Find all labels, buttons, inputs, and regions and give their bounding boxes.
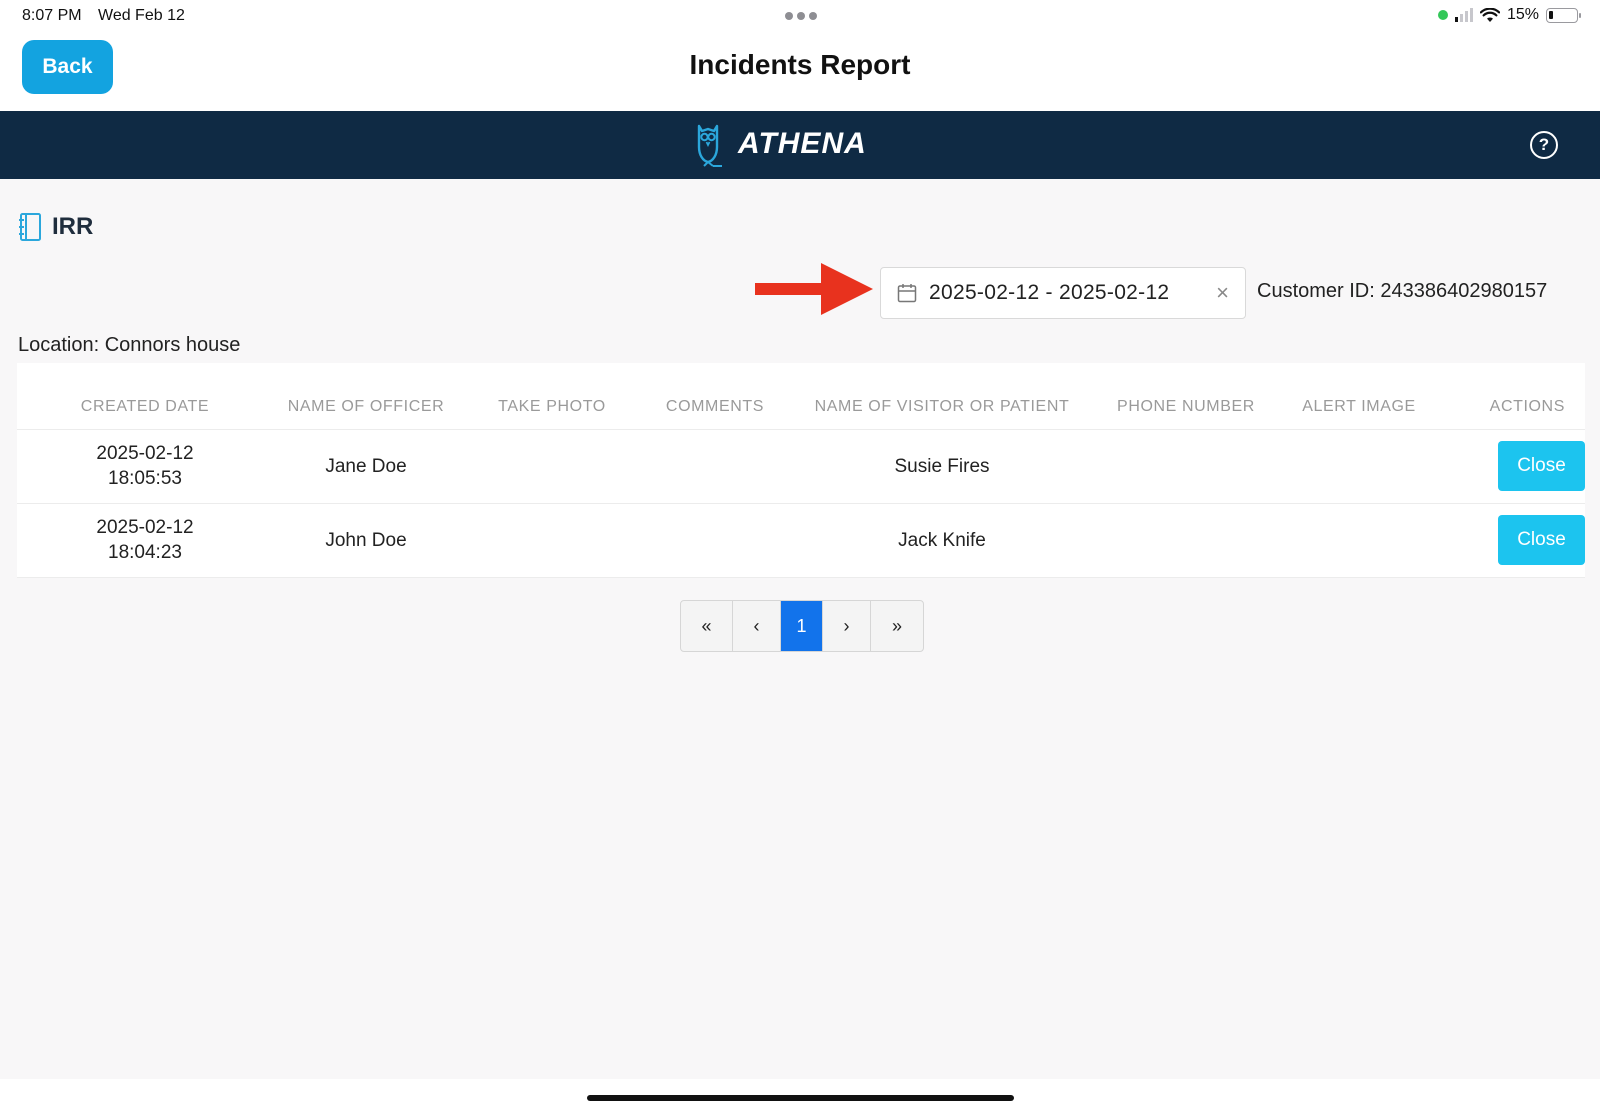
status-bar: 8:07 PM Wed Feb 12 15% xyxy=(0,0,1600,32)
section-title: IRR xyxy=(52,213,94,240)
column-header[interactable]: PHONE NUMBER xyxy=(1099,363,1273,430)
location-label: Location: Connors house xyxy=(18,334,241,356)
status-indicators: 15% xyxy=(1437,6,1581,24)
actions-cell: Close xyxy=(1445,503,1585,578)
close-button[interactable]: Close xyxy=(1498,515,1585,565)
visitor-cell: Susie Fires xyxy=(785,429,1099,504)
created-time: 18:05:53 xyxy=(108,468,182,489)
notebook-icon xyxy=(19,213,41,241)
table-row: 2025-02-12 18:04:23 John Doe Jack Knife … xyxy=(17,503,1585,578)
table-header-row: CREATED DATE NAME OF OFFICER TAKE PHOTO … xyxy=(17,363,1585,430)
phone-cell xyxy=(1099,503,1273,578)
take-photo-cell xyxy=(459,503,645,578)
last-page-button[interactable]: » xyxy=(871,601,923,651)
comments-cell xyxy=(645,429,785,504)
column-header[interactable]: NAME OF VISITOR OR PATIENT xyxy=(785,363,1099,430)
calendar-icon xyxy=(897,284,917,303)
comments-cell xyxy=(645,503,785,578)
cellular-signal-icon xyxy=(1454,8,1473,22)
section-header: IRR xyxy=(18,212,93,242)
wifi-icon xyxy=(1479,7,1500,22)
column-header[interactable]: COMMENTS xyxy=(645,363,785,430)
first-page-button[interactable]: « xyxy=(681,601,733,651)
officer-cell: Jane Doe xyxy=(273,429,459,504)
created-date: 2025-02-12 xyxy=(96,443,194,464)
brand-header: ATHENA ? xyxy=(0,111,1600,179)
red-arrow xyxy=(755,263,873,315)
athena-logo: ATHENA xyxy=(692,121,867,167)
battery-icon xyxy=(1546,7,1581,23)
take-photo-cell xyxy=(459,429,645,504)
navigation-bar: Back Incidents Report xyxy=(0,32,1600,112)
table-row: 2025-02-12 18:05:53 Jane Doe Susie Fires… xyxy=(17,429,1585,504)
date-range-value[interactable]: 2025-02-12 - 2025-02-12 xyxy=(929,281,1216,305)
owl-icon xyxy=(697,124,722,167)
green-dot xyxy=(1437,10,1448,20)
customer-id: Customer ID: 243386402980157 xyxy=(1257,280,1548,302)
created-date-cell: 2025-02-12 18:04:23 xyxy=(17,503,273,578)
page-1-button[interactable]: 1 xyxy=(781,601,823,651)
next-page-button[interactable]: › xyxy=(823,601,871,651)
status-time: 8:07 PM xyxy=(22,7,82,24)
home-area xyxy=(0,1079,1600,1112)
brand-name: ATHENA xyxy=(738,127,867,160)
page-title: Incidents Report xyxy=(689,49,911,80)
created-date-cell: 2025-02-12 18:05:53 xyxy=(17,429,273,504)
pagination: « ‹ 1 › » xyxy=(680,600,924,652)
column-header[interactable]: ALERT IMAGE xyxy=(1273,363,1445,430)
column-header[interactable]: NAME OF OFFICER xyxy=(273,363,459,430)
clear-icon[interactable]: × xyxy=(1216,280,1229,306)
alert-image-cell xyxy=(1273,429,1445,504)
incidents-table: CREATED DATE NAME OF OFFICER TAKE PHOTO … xyxy=(17,363,1585,578)
home-indicator[interactable] xyxy=(587,1095,1014,1101)
alert-image-cell xyxy=(1273,503,1445,578)
close-button[interactable]: Close xyxy=(1498,441,1585,491)
column-header[interactable]: TAKE PHOTO xyxy=(459,363,645,430)
created-date: 2025-02-12 xyxy=(96,517,194,538)
battery-percent: 15% xyxy=(1506,6,1539,23)
main-content: IRR 2025-02-12 - 2025-02-12 × Customer I… xyxy=(0,179,1600,1079)
ipad-screen: 8:07 PM Wed Feb 12 15% Back Incidents Re… xyxy=(0,0,1600,1112)
phone-cell xyxy=(1099,429,1273,504)
actions-cell: Close xyxy=(1445,429,1585,504)
officer-cell: John Doe xyxy=(273,503,459,578)
multitasking-dots-icon[interactable] xyxy=(785,12,817,20)
date-range-picker[interactable]: 2025-02-12 - 2025-02-12 × xyxy=(880,267,1246,319)
column-header[interactable]: CREATED DATE xyxy=(17,363,273,430)
battery-level-fill xyxy=(1549,10,1553,19)
help-icon[interactable]: ? xyxy=(1530,131,1558,159)
column-header: ACTIONS xyxy=(1445,363,1585,430)
prev-page-button[interactable]: ‹ xyxy=(733,601,781,651)
visitor-cell: Jack Knife xyxy=(785,503,1099,578)
status-date: Wed Feb 12 xyxy=(98,7,185,24)
created-time: 18:04:23 xyxy=(108,542,182,563)
